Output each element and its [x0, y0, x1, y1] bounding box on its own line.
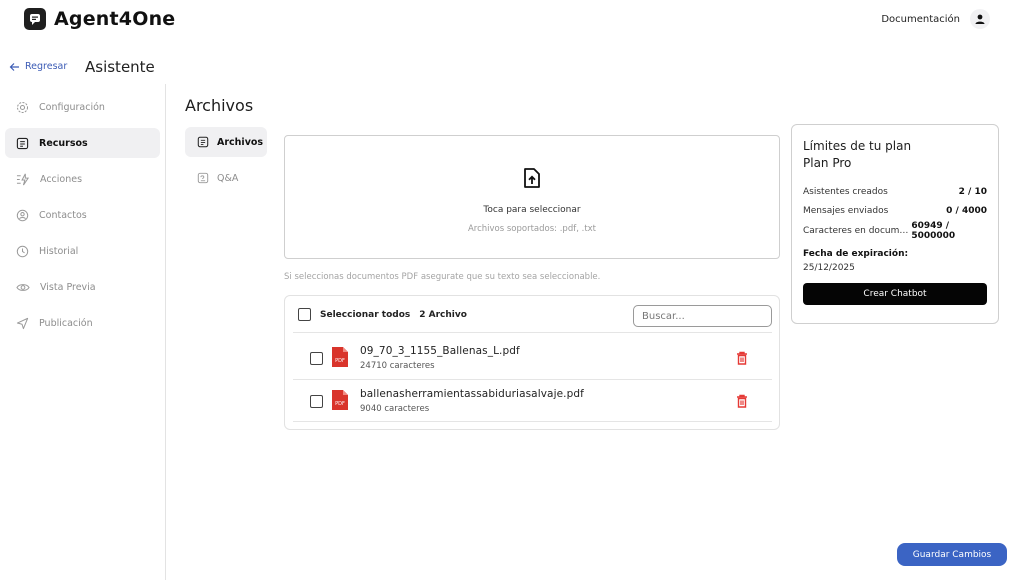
- file-row: PDF ballenasherramientassabiduriasalvaje…: [293, 380, 772, 422]
- plan-row-characters: Caracteres en documentos 60949 / 5000000: [803, 221, 987, 241]
- upload-supported-formats: Archivos soportados: .pdf, .txt: [467, 223, 597, 234]
- create-chatbot-button[interactable]: Crear Chatbot: [803, 282, 987, 305]
- document-icon: [197, 136, 209, 148]
- file-checkbox[interactable]: [310, 352, 323, 365]
- sidebar-divider: [165, 84, 166, 580]
- plan-row-label: Caracteres en documentos: [803, 225, 911, 236]
- sidebar-item-contactos[interactable]: Contactos: [5, 200, 160, 230]
- file-char-count: 24710 caracteres: [360, 361, 435, 371]
- tab-label: Archivos: [217, 136, 264, 148]
- plan-row-label: Asistentes creados: [803, 186, 888, 197]
- plan-name: Plan Pro: [803, 156, 852, 170]
- qa-icon: [197, 172, 209, 184]
- plan-limits-card: Límites de tu plan Plan Pro Asistentes c…: [791, 124, 999, 324]
- file-name[interactable]: ballenasherramientassabiduriasalvaje.pdf: [360, 388, 584, 400]
- divider: [293, 421, 772, 422]
- delete-trash-icon[interactable]: [736, 393, 748, 412]
- sidebar-item-historial[interactable]: Historial: [5, 236, 160, 266]
- file-count: 2 Archivo: [419, 309, 467, 320]
- plan-row-value: 2 / 10: [958, 186, 987, 197]
- sidebar-item-configuracion[interactable]: Configuración: [5, 92, 160, 122]
- tab-qa[interactable]: Q&A: [185, 163, 267, 193]
- plan-row-value: 0 / 4000: [946, 206, 987, 217]
- svg-text:PDF: PDF: [335, 358, 345, 364]
- sidebar-item-label: Historial: [39, 245, 79, 257]
- chat-logo-icon: [24, 8, 46, 30]
- sidebar-item-acciones[interactable]: Acciones: [5, 164, 160, 194]
- app-logo[interactable]: Agent4One: [24, 8, 175, 30]
- file-checkbox[interactable]: [310, 395, 323, 408]
- sidebar: Configuración Recursos Acciones Contacto…: [5, 92, 160, 344]
- document-icon: [16, 137, 29, 149]
- sidebar-item-label: Recursos: [39, 137, 88, 149]
- app-name: Agent4One: [54, 8, 176, 30]
- person-icon[interactable]: [970, 9, 990, 29]
- tab-archivos[interactable]: Archivos: [185, 127, 267, 157]
- sidebar-item-label: Configuración: [39, 101, 105, 113]
- sidebar-item-label: Acciones: [40, 173, 83, 185]
- documentation-link[interactable]: Documentación: [881, 14, 960, 25]
- expiry-label: Fecha de expiración:: [803, 248, 909, 259]
- sidebar-item-label: Contactos: [39, 209, 87, 221]
- sidebar-item-publicacion[interactable]: Publicación: [5, 308, 160, 338]
- sidebar-item-label: Vista Previa: [40, 281, 96, 293]
- plan-row-label: Mensajes enviados: [803, 206, 889, 217]
- tab-label: Q&A: [217, 172, 239, 184]
- plan-row-messages: Mensajes enviados 0 / 4000: [803, 202, 987, 222]
- clock-icon: [16, 245, 29, 257]
- gear-icon: [16, 101, 29, 113]
- select-all-label[interactable]: Seleccionar todos: [320, 310, 410, 320]
- pdf-file-icon: PDF: [331, 346, 349, 372]
- page-title: Asistente: [85, 58, 155, 76]
- file-char-count: 9040 caracteres: [360, 404, 430, 414]
- file-upload-dropzone[interactable]: Toca para seleccionar Archivos soportado…: [284, 135, 780, 259]
- bolt-icon: [16, 173, 30, 185]
- svg-text:PDF: PDF: [335, 401, 345, 407]
- arrow-left-icon: [9, 62, 19, 71]
- upload-hint: Si seleccionas documentos PDF asegurate …: [284, 272, 601, 282]
- sidebar-item-vista-previa[interactable]: Vista Previa: [5, 272, 160, 302]
- pdf-file-icon: PDF: [331, 389, 349, 415]
- send-icon: [16, 317, 29, 329]
- file-list-card: Seleccionar todos 2 Archivo PDF 09_70_3_…: [284, 295, 780, 430]
- plan-row-value: 60949 / 5000000: [911, 220, 956, 241]
- file-row: PDF 09_70_3_1155_Ballenas_L.pdf 24710 ca…: [293, 337, 772, 379]
- section-title: Archivos: [185, 96, 254, 115]
- upload-title: Toca para seleccionar: [483, 204, 581, 215]
- expiry-date: 25/12/2025: [803, 262, 855, 273]
- file-upload-icon: [522, 167, 542, 193]
- contact-icon: [16, 209, 29, 221]
- sidebar-item-label: Publicación: [39, 317, 93, 329]
- plan-limits-title: Límites de tu plan: [803, 139, 912, 153]
- back-label: Regresar: [25, 61, 68, 72]
- back-button[interactable]: Regresar: [9, 61, 67, 72]
- delete-trash-icon[interactable]: [736, 350, 748, 369]
- search-input[interactable]: [633, 305, 772, 327]
- eye-icon: [16, 283, 30, 291]
- save-changes-button[interactable]: Guardar Cambios: [897, 543, 1007, 566]
- sidebar-item-recursos[interactable]: Recursos: [5, 128, 160, 158]
- file-name[interactable]: 09_70_3_1155_Ballenas_L.pdf: [360, 345, 520, 357]
- divider: [293, 332, 772, 333]
- plan-row-assistants: Asistentes creados 2 / 10: [803, 182, 987, 202]
- select-all-checkbox[interactable]: [298, 308, 311, 321]
